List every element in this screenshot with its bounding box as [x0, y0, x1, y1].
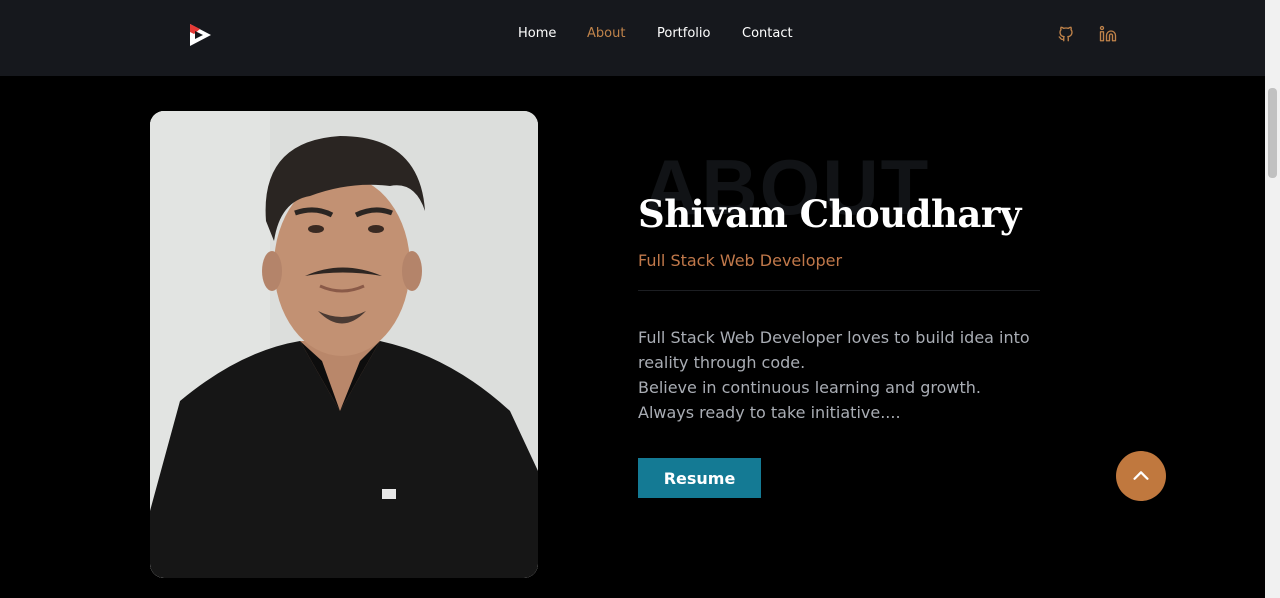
nav-contact[interactable]: Contact [742, 26, 793, 41]
divider [638, 290, 1040, 291]
nav-home[interactable]: Home [518, 26, 556, 41]
linkedin-icon[interactable] [1098, 24, 1118, 44]
profile-bio: Full Stack Web Developer loves to build … [638, 325, 1058, 425]
chevron-up-icon [1133, 471, 1149, 480]
profile-name: Shivam Choudhary [638, 192, 1021, 236]
nav-about[interactable]: About [587, 26, 625, 41]
resume-button[interactable]: Resume [638, 458, 761, 498]
bio-line: Full Stack Web Developer loves to build … [638, 328, 1030, 347]
bio-line: reality through code. [638, 353, 806, 372]
site-header: Home About Portfolio Contact [0, 0, 1265, 76]
scrollbar-thumb[interactable] [1268, 88, 1277, 178]
github-icon[interactable] [1056, 24, 1076, 44]
scroll-to-top-button[interactable] [1116, 451, 1166, 501]
nav-portfolio[interactable]: Portfolio [657, 26, 710, 41]
bio-line: Believe in continuous learning and growt… [638, 378, 982, 397]
bio-line: Always ready to take initiative.... [638, 403, 901, 422]
page-scrollbar[interactable] [1265, 0, 1280, 598]
profile-role: Full Stack Web Developer [638, 251, 843, 270]
profile-photo [150, 111, 538, 578]
